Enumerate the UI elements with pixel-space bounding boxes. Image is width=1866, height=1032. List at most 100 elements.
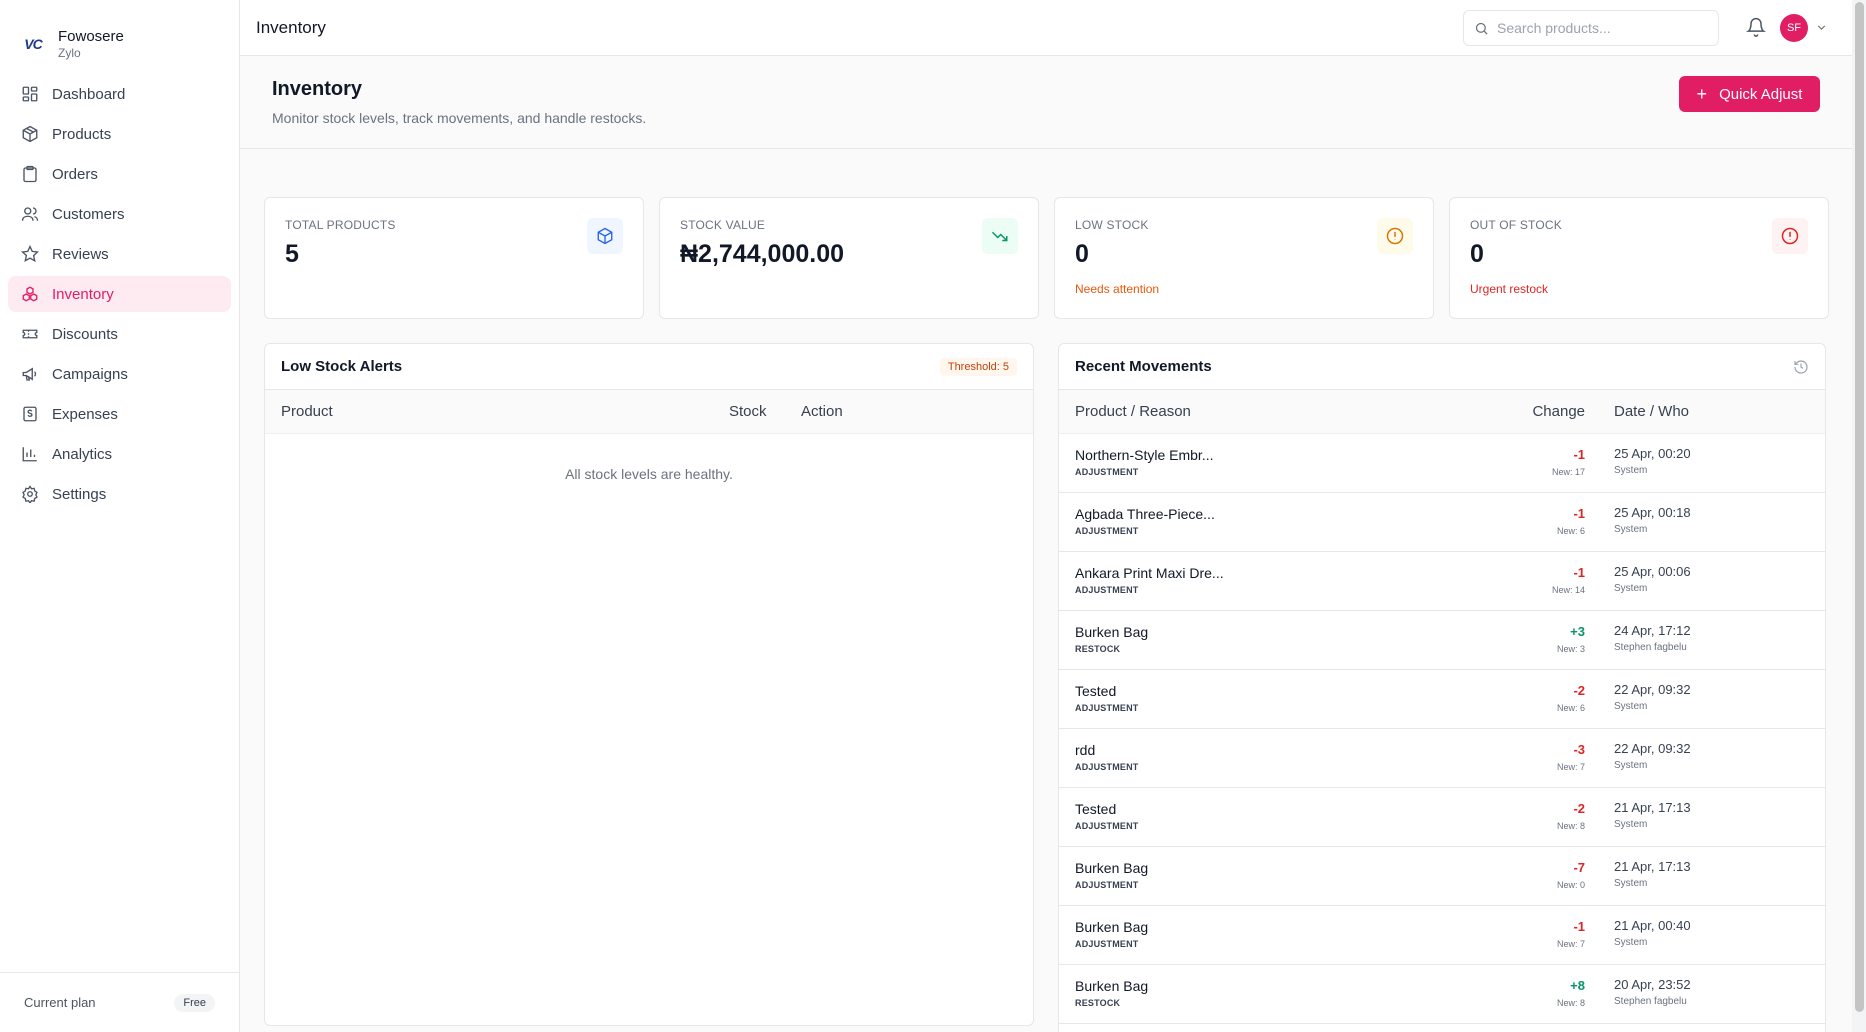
- stat-value: 0: [1075, 240, 1089, 268]
- sidebar-item-label: Inventory: [52, 285, 114, 303]
- movement-date: 25 Apr, 00:20: [1614, 446, 1691, 461]
- sidebar-item-label: Products: [52, 125, 112, 143]
- sidebar-item-label: Customers: [52, 205, 125, 223]
- quick-adjust-button[interactable]: + Quick Adjust: [1679, 76, 1820, 112]
- receipt-icon: [20, 404, 40, 424]
- sidebar-item-reviews[interactable]: Reviews: [8, 236, 231, 272]
- movement-who: System: [1614, 701, 1648, 712]
- package-icon: [20, 124, 40, 144]
- change-value: -3: [1573, 742, 1585, 757]
- stat-card-low-stock: LOW STOCK 0 Needs attention: [1054, 197, 1434, 319]
- column-header-product: Product: [281, 403, 333, 420]
- sidebar: VC Fowosere Zylo Dashboard Products Orde…: [0, 0, 240, 1032]
- sidebar-item-label: Orders: [52, 165, 98, 183]
- gear-icon: [20, 484, 40, 504]
- movement-date: 24 Apr, 17:12: [1614, 623, 1691, 638]
- bell-icon[interactable]: [1746, 17, 1766, 37]
- chevron-down-icon[interactable]: [1815, 21, 1828, 34]
- scrollbar-thumb[interactable]: [1855, 2, 1864, 1012]
- product-name: Tested: [1075, 683, 1117, 699]
- product-name: Burken Bag: [1075, 919, 1149, 935]
- movement-who: System: [1614, 937, 1648, 948]
- reason: ADJUSTMENT: [1075, 821, 1139, 831]
- table-row[interactable]: Burken Bag RESTOCK +3 New: 3 24 Apr, 17:…: [1059, 611, 1825, 670]
- topbar: Inventory SF: [240, 0, 1852, 56]
- new-stock: New: 7: [1556, 762, 1585, 772]
- table-row[interactable]: Burken Bag ADJUSTMENT -1 New: 7 21 Apr, …: [1059, 906, 1825, 965]
- sidebar-item-inventory[interactable]: Inventory: [8, 276, 231, 312]
- stat-card-total-products: TOTAL PRODUCTS 5: [264, 197, 644, 319]
- column-header-product-reason: Product / Reason: [1075, 403, 1191, 420]
- movement-date: 25 Apr, 00:06: [1614, 564, 1691, 579]
- sidebar-item-customers[interactable]: Customers: [8, 196, 231, 232]
- stat-label: OUT OF STOCK: [1470, 218, 1562, 232]
- boxes-icon: [20, 284, 40, 304]
- brand-logo: VC: [24, 36, 42, 52]
- sidebar-item-discounts[interactable]: Discounts: [8, 316, 231, 352]
- table-row[interactable]: Ankara Print Maxi Dre... ADJUSTMENT -1 N…: [1059, 552, 1825, 611]
- movement-date: 22 Apr, 09:32: [1614, 682, 1691, 697]
- sidebar-item-settings[interactable]: Settings: [8, 476, 231, 512]
- search-icon: [1474, 21, 1489, 36]
- sidebar-item-analytics[interactable]: Analytics: [8, 436, 231, 472]
- recent-movements-panel: Recent Movements Product / Reason Change…: [1058, 343, 1826, 1032]
- search-input[interactable]: [1497, 20, 1697, 36]
- reason: ADJUSTMENT: [1075, 762, 1139, 772]
- movement-date: 21 Apr, 17:13: [1614, 859, 1691, 874]
- table-row[interactable]: Burken Bag ADJUSTMENT -7 New: 0 21 Apr, …: [1059, 847, 1825, 906]
- stat-label: LOW STOCK: [1075, 218, 1149, 232]
- grid-icon: [20, 84, 40, 104]
- threshold-badge: Threshold: 5: [939, 357, 1017, 376]
- sidebar-item-orders[interactable]: Orders: [8, 156, 231, 192]
- trending-down-icon: [982, 218, 1018, 254]
- ticket-icon: [20, 324, 40, 344]
- alert-circle-icon: [1772, 218, 1808, 254]
- search-box: [1463, 10, 1719, 46]
- star-icon: [20, 244, 40, 264]
- plus-icon: +: [1696, 84, 1708, 104]
- table-header: Product / Reason Change Date / Who: [1059, 390, 1825, 434]
- table-row[interactable]: Tested ADJUSTMENT -2 New: 6 22 Apr, 09:3…: [1059, 670, 1825, 729]
- sidebar-item-label: Discounts: [52, 325, 118, 343]
- history-icon[interactable]: [1793, 359, 1809, 375]
- sidebar-item-label: Campaigns: [52, 365, 128, 383]
- brand[interactable]: VC Fowosere Zylo: [0, 0, 239, 70]
- sidebar-item-expenses[interactable]: Expenses: [8, 396, 231, 432]
- sidebar-item-label: Dashboard: [52, 85, 126, 103]
- table-row[interactable]: rdd ADJUSTMENT -3 New: 7 22 Apr, 09:32 S…: [1059, 729, 1825, 788]
- plan-badge[interactable]: Free: [174, 993, 215, 1012]
- bar-chart-icon: [20, 444, 40, 464]
- topbar-title: Inventory: [256, 17, 326, 37]
- sidebar-item-campaigns[interactable]: Campaigns: [8, 356, 231, 392]
- sidebar-item-dashboard[interactable]: Dashboard: [8, 76, 231, 112]
- product-name: Burken Bag: [1075, 978, 1149, 994]
- quick-adjust-label: Quick Adjust: [1719, 85, 1803, 103]
- change-value: -1: [1573, 506, 1585, 521]
- empty-state: All stock levels are healthy.: [565, 466, 733, 482]
- sidebar-item-label: Analytics: [52, 445, 113, 463]
- change-value: -1: [1573, 447, 1585, 462]
- column-header-change: Change: [1532, 403, 1585, 420]
- sidebar-item-products[interactable]: Products: [8, 116, 231, 152]
- stat-card-out-of-stock: OUT OF STOCK 0 Urgent restock: [1449, 197, 1829, 319]
- product-name: Tested: [1075, 801, 1117, 817]
- reason: ADJUSTMENT: [1075, 526, 1139, 536]
- table-row[interactable]: Northern-Style Embr... ADJUSTMENT -1 New…: [1059, 434, 1825, 493]
- new-stock: New: 8: [1556, 821, 1585, 831]
- table-row[interactable]: Agbada Three-Piece... ADJUSTMENT -1 New:…: [1059, 493, 1825, 552]
- table-row[interactable]: Tested ADJUSTMENT -2 New: 8 21 Apr, 17:1…: [1059, 788, 1825, 847]
- movement-date: 21 Apr, 17:13: [1614, 800, 1691, 815]
- avatar[interactable]: SF: [1780, 14, 1808, 42]
- stat-note: Needs attention: [1075, 282, 1160, 296]
- change-value: -1: [1573, 919, 1585, 934]
- change-value: -2: [1573, 801, 1585, 816]
- reason: RESTOCK: [1075, 644, 1121, 654]
- new-stock: New: 3: [1556, 644, 1585, 654]
- stat-value: 0: [1470, 240, 1484, 268]
- new-stock: New: 7: [1556, 939, 1585, 949]
- page-header: Inventory Monitor stock levels, track mo…: [240, 56, 1852, 149]
- table-row[interactable]: Burken Bag RESTOCK +8 New: 8 20 Apr, 23:…: [1059, 965, 1825, 1024]
- sidebar-item-label: Reviews: [52, 245, 109, 263]
- megaphone-icon: [20, 364, 40, 384]
- movement-who: System: [1614, 465, 1648, 476]
